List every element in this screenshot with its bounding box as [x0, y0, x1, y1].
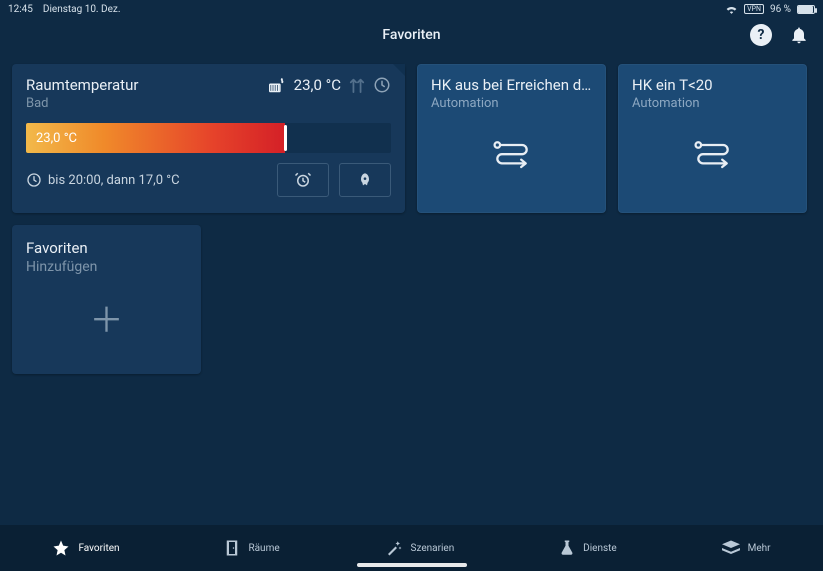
battery-icon — [797, 5, 815, 14]
automation-title: HK ein T<20 — [632, 76, 793, 94]
room-temperature-card[interactable]: Raumtemperatur Bad 23,0 °C 23,0 °C — [12, 64, 405, 213]
automation-card-2[interactable]: HK ein T<20 Automation — [618, 64, 807, 213]
battery-text: 96 % — [770, 4, 791, 15]
automation-subtitle: Automation — [431, 96, 592, 111]
status-bar: 12:45 Dienstag 10. Dez. VPN 96 % — [0, 0, 823, 18]
tab-favoriten[interactable]: Favoriten — [52, 539, 119, 557]
help-icon: ? — [750, 24, 772, 46]
tab-label: Mehr — [748, 543, 771, 554]
automation-card-1[interactable]: HK aus bei Erreichen d... Automation — [417, 64, 606, 213]
status-time: 12:45 — [8, 4, 33, 15]
automation-flow-icon — [431, 111, 592, 201]
temperature-slider[interactable]: 23,0 °C — [26, 123, 391, 153]
star-icon — [52, 539, 70, 557]
alarm-icon — [294, 171, 312, 189]
automation-flow-icon — [632, 111, 793, 201]
arrows-up-icon — [349, 76, 365, 94]
temp-title: Raumtemperatur — [26, 76, 138, 94]
schedule-text: bis 20:00, dann 17,0 °C — [48, 173, 180, 188]
schedule-clock-icon — [26, 172, 42, 188]
help-button[interactable]: ? — [749, 23, 773, 47]
automation-title: HK aus bei Erreichen d... — [431, 76, 592, 94]
page-title: Favoriten — [382, 27, 440, 43]
rocket-icon — [357, 172, 373, 188]
add-title: Favoriten — [26, 239, 187, 257]
home-indicator — [357, 563, 467, 567]
tab-bar: Favoriten Räume Szenarien Dienste Mehr — [0, 525, 823, 571]
tab-label: Dienste — [583, 543, 617, 554]
automation-subtitle: Automation — [632, 96, 793, 111]
tab-label: Räume — [248, 543, 279, 554]
favorites-grid: Raumtemperatur Bad 23,0 °C 23,0 °C — [0, 52, 823, 386]
tab-dienste[interactable]: Dienste — [559, 539, 617, 557]
vpn-icon: VPN — [744, 4, 764, 14]
wifi-icon — [725, 4, 738, 14]
radiator-icon — [268, 77, 286, 93]
add-favorite-card[interactable]: Favoriten Hinzufügen ＋ — [12, 225, 201, 374]
boost-button[interactable] — [339, 163, 391, 197]
tab-mehr[interactable]: Mehr — [722, 540, 771, 556]
bell-icon — [789, 25, 809, 45]
timer-button[interactable] — [277, 163, 329, 197]
wand-icon — [385, 539, 403, 557]
flask-icon — [559, 539, 575, 557]
app-header: Favoriten ? — [0, 18, 823, 52]
notifications-button[interactable] — [787, 23, 811, 47]
plus-icon: ＋ — [26, 275, 187, 360]
stack-icon — [722, 540, 740, 556]
clock-icon — [373, 76, 391, 94]
tab-szenarien[interactable]: Szenarien — [385, 539, 455, 557]
temp-current-value: 23,0 °C — [294, 76, 341, 94]
slider-thumb[interactable] — [284, 125, 287, 151]
add-subtitle: Hinzufügen — [26, 259, 187, 275]
tab-label: Szenarien — [411, 543, 455, 554]
tab-label: Favoriten — [78, 543, 119, 554]
status-date: Dienstag 10. Dez. — [43, 4, 121, 15]
fold-icon — [393, 64, 405, 76]
door-icon — [224, 539, 240, 557]
tab-raeume[interactable]: Räume — [224, 539, 279, 557]
slider-value: 23,0 °C — [36, 131, 77, 146]
temp-room: Bad — [26, 96, 138, 111]
